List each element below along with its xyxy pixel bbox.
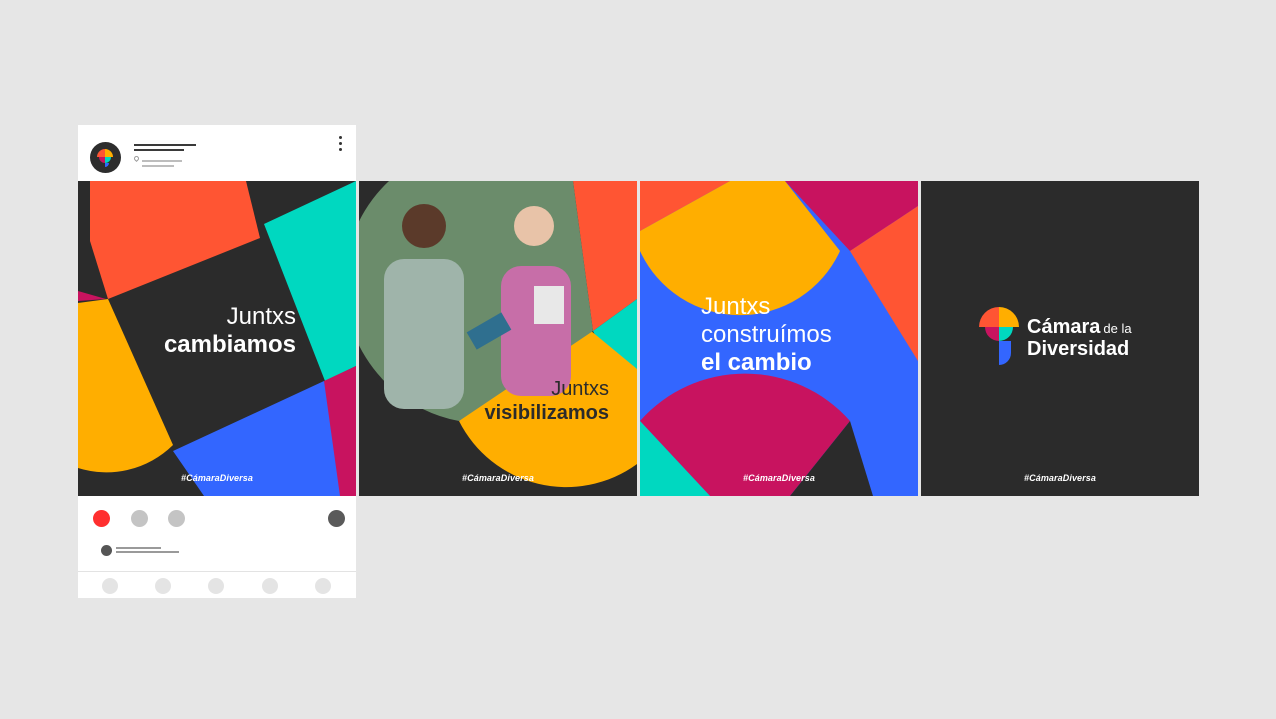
card-1-hashtag: #CámaraDiversa (181, 473, 253, 483)
carousel-card-4[interactable]: Cámara de la Diversidad #CámaraDiversa (921, 181, 1199, 496)
card-1-line2: cambiamos (163, 331, 296, 358)
location-pin-icon (132, 154, 141, 163)
card-2-graphics (359, 181, 637, 496)
card-3-line2: construímos (701, 321, 832, 348)
carousel-dot[interactable] (131, 510, 148, 527)
card-2-hashtag: #CámaraDiversa (462, 473, 534, 483)
card-3-headline: Juntxs construímos el cambio (701, 293, 832, 377)
carousel-card-2[interactable]: Juntxs visibilizamos #CámaraDiversa (359, 181, 637, 496)
username-placeholder-2 (134, 149, 184, 151)
nav-divider (78, 571, 356, 572)
carousel-dot[interactable] (168, 510, 185, 527)
caption-placeholder-2 (116, 551, 179, 553)
brand-wordmark: Cámara de la Diversidad (1027, 317, 1132, 359)
nav-profile-icon[interactable] (315, 578, 331, 594)
location-placeholder (142, 160, 182, 162)
nav-activity-icon[interactable] (262, 578, 278, 594)
wordmark-camara: Cámara (1027, 316, 1101, 338)
location-placeholder-2 (142, 165, 174, 167)
username-placeholder (134, 144, 196, 146)
card-2-headline: Juntxs visibilizamos (359, 377, 610, 425)
bookmark-icon[interactable] (328, 510, 345, 527)
post-header (78, 125, 356, 181)
brand-logo-icon (979, 307, 1019, 365)
wordmark-diversidad: Diversidad (1027, 338, 1130, 360)
card-4-hashtag: #CámaraDiversa (1024, 473, 1096, 483)
person-1-head (402, 204, 446, 248)
card-2-line1: Juntxs (551, 378, 609, 400)
comment-avatar (101, 545, 112, 556)
profile-avatar[interactable] (90, 142, 121, 173)
card-3-hashtag: #CámaraDiversa (743, 473, 815, 483)
carousel-dot-active[interactable] (93, 510, 110, 527)
carousel-card-1[interactable]: Juntxs cambiamos #CámaraDiversa (78, 181, 356, 496)
card-3-line3: el cambio (701, 349, 812, 376)
card-1-headline: Juntxs cambiamos (78, 303, 296, 359)
wordmark-de-la: de la (1103, 321, 1132, 336)
notebook-icon (534, 286, 564, 324)
brand-logo-icon (97, 149, 113, 167)
person-2-head (514, 206, 554, 246)
kebab-menu-icon[interactable] (336, 136, 346, 156)
card-3-line1: Juntxs (701, 293, 771, 320)
card-2-line2: visibilizamos (484, 402, 610, 424)
nav-add-icon[interactable] (208, 578, 224, 594)
card-1-line1: Juntxs (226, 303, 296, 330)
caption-placeholder (116, 547, 161, 549)
nav-home-icon[interactable] (102, 578, 118, 594)
carousel-card-3[interactable]: Juntxs construímos el cambio #CámaraDive… (640, 181, 918, 496)
nav-search-icon[interactable] (155, 578, 171, 594)
